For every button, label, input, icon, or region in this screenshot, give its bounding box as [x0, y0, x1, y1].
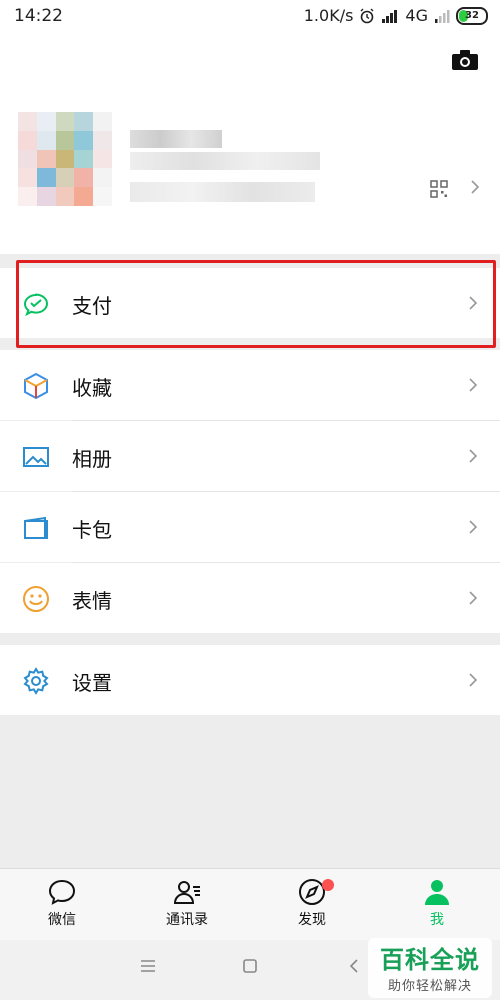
- gear-icon: [23, 667, 49, 695]
- menu-icon[interactable]: [140, 958, 156, 974]
- tab-discover[interactable]: 发现: [262, 877, 362, 929]
- menu-item-album[interactable]: 相册: [0, 421, 500, 491]
- tab-label-me: 我: [430, 912, 444, 928]
- signal-weak-icon: [435, 9, 450, 23]
- net-speed: 1.0K/s: [303, 6, 354, 25]
- favorites-cube-icon: [24, 372, 48, 400]
- tab-label-contacts: 通讯录: [166, 912, 208, 928]
- status-blurred: [130, 182, 315, 202]
- network-type: 4G: [405, 6, 428, 25]
- card-wallet-icon: [24, 516, 48, 539]
- qr-code-icon[interactable]: [430, 180, 448, 198]
- chat-bubble-icon: [48, 879, 76, 905]
- chevron-right-icon: [469, 449, 478, 463]
- signal-icon: [382, 9, 398, 23]
- chevron-right-icon: [469, 591, 478, 605]
- tab-label-chats: 微信: [48, 912, 76, 928]
- tab-contacts[interactable]: 通讯录: [137, 877, 237, 929]
- nickname-blurred: [130, 130, 222, 148]
- menu-item-stickers[interactable]: 表情: [0, 563, 500, 633]
- tab-label-discover: 发现: [298, 912, 326, 928]
- chevron-right-icon: [471, 180, 480, 194]
- status-time: 14:22: [14, 6, 63, 26]
- wechat-id-blurred: [130, 152, 320, 170]
- profile-header[interactable]: [0, 32, 500, 254]
- battery-indicator: 32: [456, 6, 488, 25]
- chevron-right-icon: [469, 520, 478, 534]
- menu-item-favorites[interactable]: 收藏: [0, 350, 500, 420]
- menu-label-settings: 设置: [72, 671, 112, 695]
- chevron-right-icon: [469, 673, 478, 687]
- highlight-box: [16, 260, 496, 348]
- status-bar: 14:22 1.0K/s 4G 32: [0, 0, 500, 32]
- home-icon[interactable]: [242, 958, 258, 974]
- tab-chats[interactable]: 微信: [12, 877, 112, 929]
- avatar[interactable]: [18, 112, 112, 206]
- watermark-subtitle: 助你轻松解决: [387, 979, 472, 994]
- menu-label-album: 相册: [72, 447, 112, 471]
- album-icon: [23, 447, 49, 467]
- status-right: 1.0K/s 4G 32: [304, 6, 488, 25]
- menu-item-cards[interactable]: 卡包: [0, 492, 500, 562]
- menu-label-cards: 卡包: [72, 518, 112, 542]
- alarm-icon: [360, 8, 374, 23]
- menu-label-stickers: 表情: [72, 589, 112, 613]
- notification-dot: [322, 879, 334, 891]
- menu-label-favorites: 收藏: [72, 376, 112, 400]
- contacts-icon: [173, 881, 200, 904]
- menu-item-settings[interactable]: 设置: [0, 645, 500, 715]
- smiley-icon: [23, 586, 49, 612]
- tab-me[interactable]: 我: [387, 877, 487, 929]
- watermark-title: 百科全说: [380, 946, 480, 974]
- back-icon[interactable]: [348, 958, 360, 974]
- bottom-tab-bar: 微信 通讯录 发现 我: [0, 868, 500, 941]
- person-icon: [425, 880, 449, 905]
- watermark: 百科全说 助你轻松解决: [368, 938, 492, 998]
- chevron-right-icon: [469, 378, 478, 392]
- camera-icon[interactable]: [452, 50, 478, 70]
